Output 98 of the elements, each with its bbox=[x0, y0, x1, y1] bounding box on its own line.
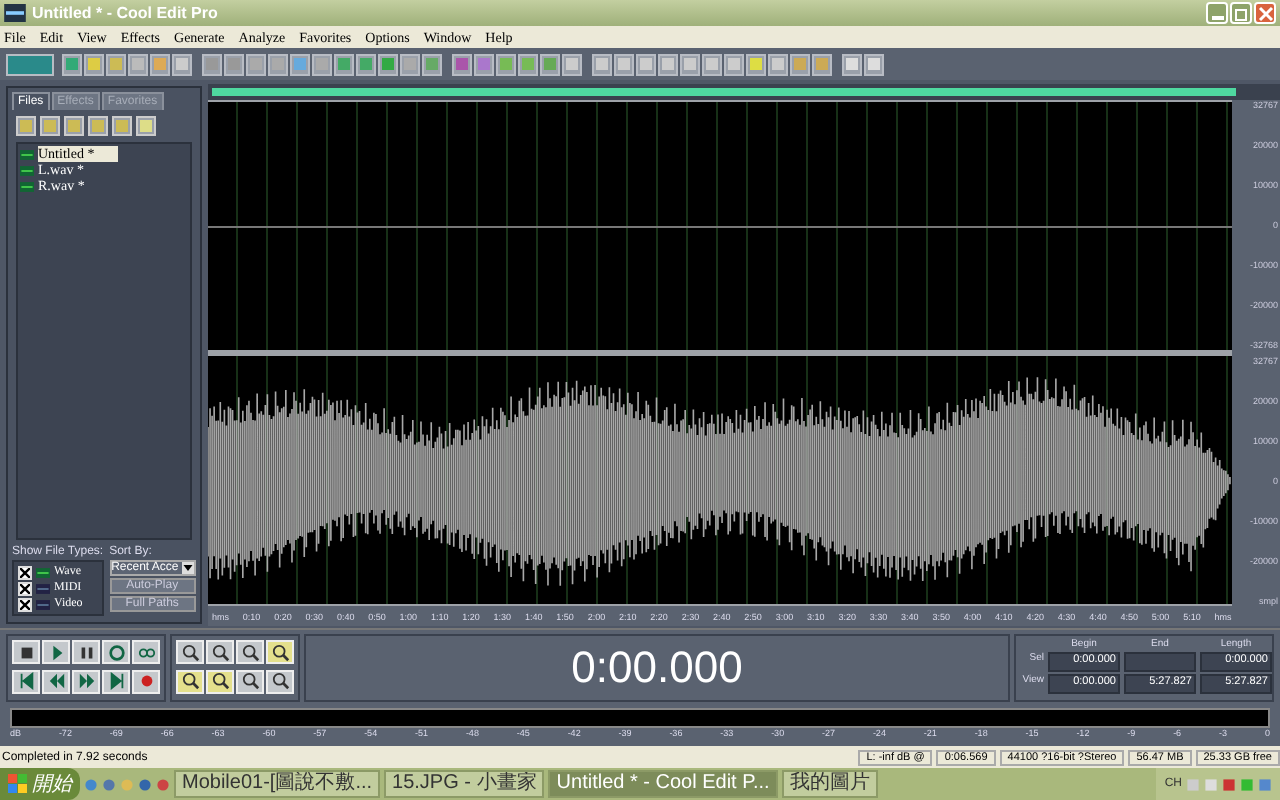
checkbox[interactable] bbox=[18, 581, 32, 595]
toolbar-button[interactable] bbox=[334, 53, 354, 75]
toolbar-button[interactable] bbox=[658, 53, 678, 75]
checkbox[interactable] bbox=[18, 565, 32, 579]
toolbar-button[interactable] bbox=[202, 53, 222, 75]
toolbar-button[interactable] bbox=[356, 53, 376, 75]
start-button[interactable]: 開始 bbox=[0, 768, 80, 800]
play-button[interactable] bbox=[42, 640, 70, 664]
toolbar-button[interactable] bbox=[268, 53, 288, 75]
toolbar-button[interactable] bbox=[540, 53, 560, 75]
dropdown-arrow-icon bbox=[181, 562, 194, 574]
fast-forward-icon bbox=[77, 672, 95, 690]
zoom-in-left-button[interactable] bbox=[176, 669, 204, 693]
file-type-icon bbox=[36, 583, 50, 593]
toolbar-button[interactable] bbox=[150, 53, 170, 75]
file-type-icon bbox=[36, 599, 50, 609]
stop-icon bbox=[17, 643, 35, 661]
checkbox[interactable] bbox=[18, 597, 32, 611]
toolbar-button[interactable] bbox=[106, 53, 126, 75]
go-to-start-icon bbox=[17, 672, 35, 690]
toolbar-button[interactable] bbox=[62, 53, 82, 75]
zoom-in-button[interactable] bbox=[176, 640, 204, 664]
toolbar-button[interactable] bbox=[290, 53, 310, 75]
toolbar-button[interactable] bbox=[724, 53, 744, 75]
toolbar-button[interactable] bbox=[496, 53, 516, 75]
toolbar-button[interactable] bbox=[224, 53, 244, 75]
toolbar-button[interactable] bbox=[378, 53, 398, 75]
toolbar-button[interactable] bbox=[614, 53, 634, 75]
maximize-button[interactable] bbox=[1230, 2, 1252, 24]
loop-icon bbox=[137, 643, 155, 661]
magnifier-icon bbox=[271, 672, 289, 690]
zoom-selection-button[interactable] bbox=[236, 669, 264, 693]
play-looped-button[interactable] bbox=[102, 640, 130, 664]
loop-button[interactable] bbox=[132, 640, 160, 664]
rewind-button[interactable] bbox=[42, 669, 70, 693]
toolbar-button[interactable] bbox=[636, 53, 656, 75]
toolbar-button[interactable] bbox=[6, 53, 54, 75]
toolbar-button[interactable] bbox=[562, 53, 582, 75]
minimize-button[interactable] bbox=[1206, 2, 1228, 24]
go-to-end-button[interactable] bbox=[102, 669, 130, 693]
file-type-icon bbox=[36, 567, 50, 577]
window-title: Untitled * - Cool Edit Pro bbox=[32, 4, 218, 22]
wave-file-icon bbox=[20, 149, 34, 159]
toolbar-button[interactable] bbox=[246, 53, 266, 75]
toolbar-button[interactable] bbox=[592, 53, 612, 75]
magnifier-icon bbox=[241, 672, 259, 690]
toolbar-button[interactable] bbox=[400, 53, 420, 75]
magnifier-icon bbox=[271, 643, 289, 661]
magnifier-icon bbox=[241, 643, 259, 661]
magnifier-icon bbox=[211, 672, 229, 690]
zoom-in-vertical-button[interactable] bbox=[266, 640, 294, 664]
stop-button[interactable] bbox=[12, 640, 40, 664]
record-icon bbox=[137, 672, 155, 690]
close-button[interactable] bbox=[1254, 2, 1276, 24]
zoom-in-right-button[interactable] bbox=[206, 669, 234, 693]
maximize-icon bbox=[1233, 5, 1249, 21]
play-icon bbox=[47, 643, 65, 661]
taskbar-button[interactable]: Mobile01-[圖說不敷... bbox=[174, 770, 381, 798]
magnifier-icon bbox=[181, 643, 199, 661]
play-looped-icon bbox=[107, 643, 125, 661]
toolbar-button[interactable] bbox=[84, 53, 104, 75]
toolbar-button[interactable] bbox=[790, 53, 810, 75]
toolbar-button[interactable] bbox=[842, 53, 862, 75]
toolbar-button[interactable] bbox=[474, 53, 494, 75]
toolbar-button[interactable] bbox=[864, 53, 884, 75]
taskbar-button[interactable]: 我的圖片 bbox=[781, 770, 878, 798]
wave-file-icon bbox=[20, 181, 34, 191]
zoom-full-button[interactable] bbox=[236, 640, 264, 664]
toolbar-button[interactable] bbox=[680, 53, 700, 75]
close-icon bbox=[1257, 5, 1273, 21]
toolbar-button[interactable] bbox=[702, 53, 722, 75]
toolbar-button[interactable] bbox=[312, 53, 332, 75]
zoom-out-button[interactable] bbox=[206, 640, 234, 664]
toolbar-button[interactable] bbox=[768, 53, 788, 75]
magnifier-icon bbox=[211, 643, 229, 661]
go-to-start-button[interactable] bbox=[12, 669, 40, 693]
minimize-icon bbox=[1211, 16, 1223, 20]
toolbar-button[interactable] bbox=[128, 53, 148, 75]
toolbar-button[interactable] bbox=[746, 53, 766, 75]
toolbar-button[interactable] bbox=[452, 53, 472, 75]
empty-time-field[interactable] bbox=[1124, 652, 1196, 672]
fast-forward-button[interactable] bbox=[72, 669, 100, 693]
zoom-out-vertical-button[interactable] bbox=[266, 669, 294, 693]
pause-button[interactable] bbox=[72, 640, 100, 664]
toolbar-button[interactable] bbox=[422, 53, 442, 75]
toolbar-button[interactable] bbox=[172, 53, 192, 75]
record-button[interactable] bbox=[132, 669, 160, 693]
windows-flag-icon bbox=[8, 774, 28, 794]
toolbar-button[interactable] bbox=[518, 53, 538, 75]
toolbar-button[interactable] bbox=[812, 53, 832, 75]
taskbar-button[interactable]: Untitled * - Cool Edit P... bbox=[548, 770, 778, 798]
pause-icon bbox=[77, 643, 95, 661]
app-icon bbox=[4, 4, 26, 22]
wave-file-icon bbox=[20, 165, 34, 175]
time-display: 0:00.000 bbox=[304, 634, 1010, 702]
magnifier-icon bbox=[181, 672, 199, 690]
rewind-icon bbox=[47, 672, 65, 690]
go-to-end-icon bbox=[107, 672, 125, 690]
